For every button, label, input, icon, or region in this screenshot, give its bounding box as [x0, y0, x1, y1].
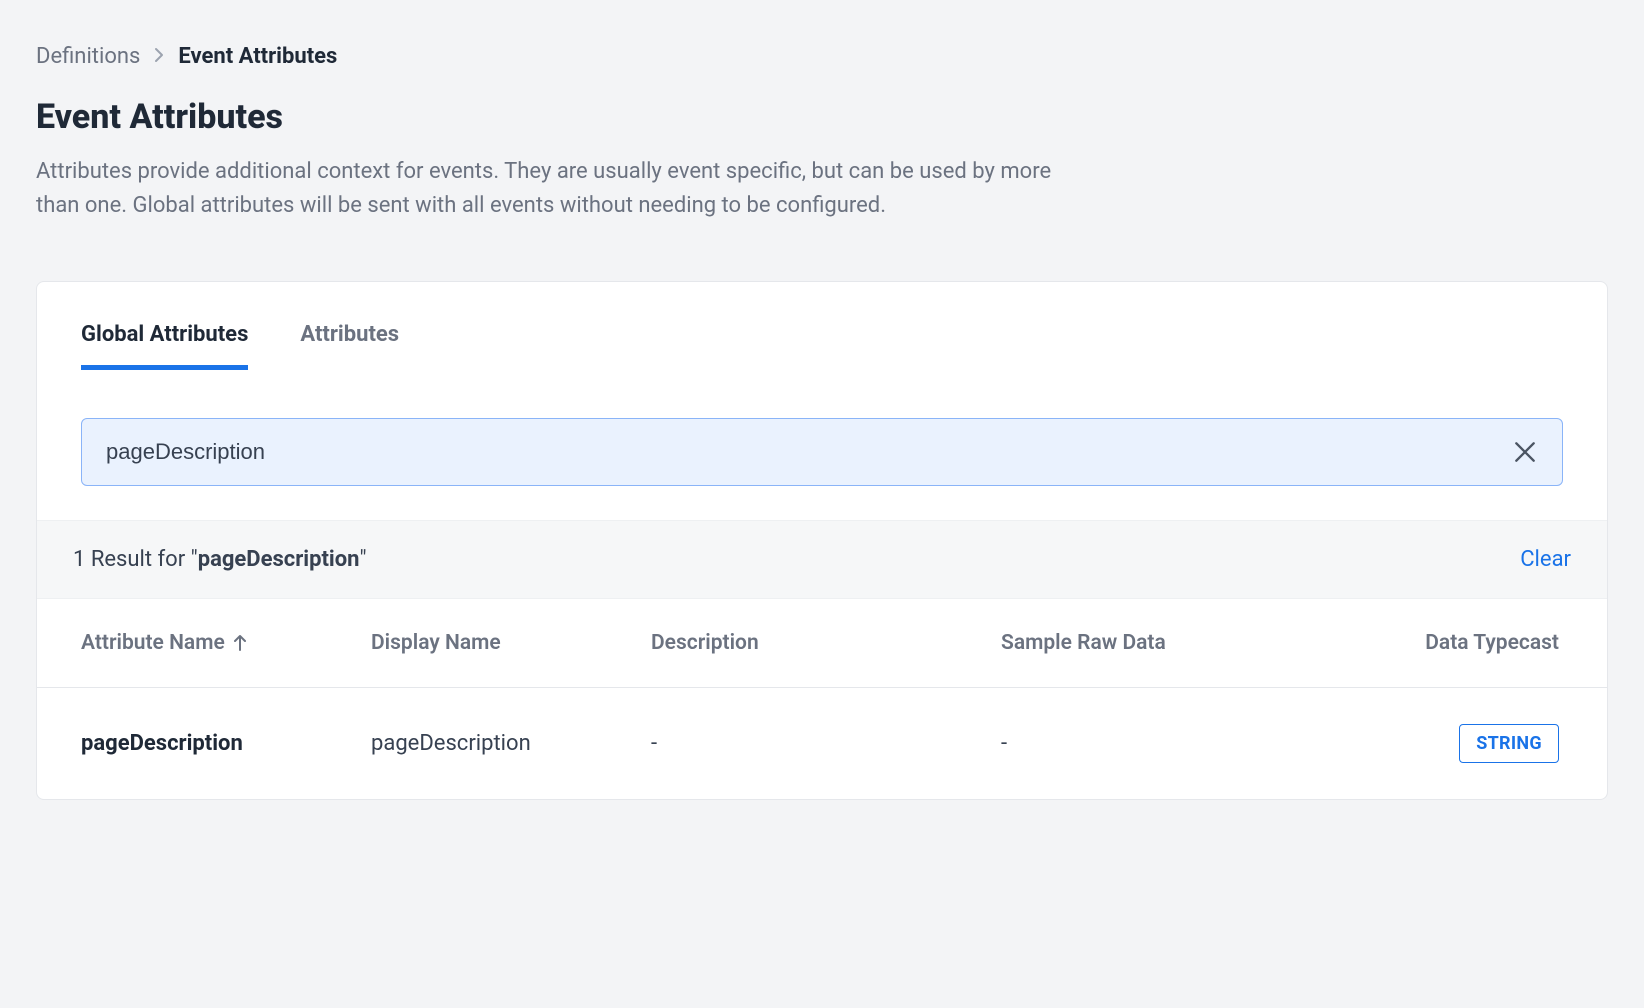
arrow-up-icon	[233, 634, 247, 652]
col-header-typecast[interactable]: Data Typecast	[1241, 631, 1563, 655]
cell-sample: -	[1001, 731, 1241, 756]
cell-typecast: STRING	[1241, 724, 1563, 763]
results-bar: 1 Result for "pageDescription" Clear	[37, 520, 1607, 599]
cell-attribute-name: pageDescription	[81, 731, 371, 756]
col-header-name[interactable]: Attribute Name	[81, 631, 371, 655]
breadcrumb: Definitions Event Attributes	[36, 44, 1608, 69]
cell-display-name: pageDescription	[371, 731, 651, 756]
page-title: Event Attributes	[36, 97, 1608, 137]
table-header: Attribute Name Display Name Description …	[37, 599, 1607, 688]
table-row[interactable]: pageDescription pageDescription - - STRI…	[37, 688, 1607, 799]
page-description: Attributes provide additional context fo…	[36, 155, 1056, 223]
clear-button[interactable]: Clear	[1520, 547, 1571, 572]
attributes-card: Global Attributes Attributes 1 Result fo…	[36, 281, 1608, 800]
search-wrap	[37, 370, 1607, 520]
search-box	[81, 418, 1563, 486]
tabs-row: Global Attributes Attributes	[37, 282, 1607, 370]
search-input[interactable]	[106, 419, 1512, 485]
page-content: Definitions Event Attributes Event Attri…	[0, 0, 1644, 800]
typecast-badge: STRING	[1459, 724, 1559, 763]
col-header-description[interactable]: Description	[651, 631, 1001, 655]
results-prefix: 1 Result for "	[73, 547, 198, 572]
breadcrumb-current: Event Attributes	[178, 44, 337, 69]
results-count: 1 Result for "pageDescription"	[73, 547, 367, 572]
tab-attributes[interactable]: Attributes	[300, 322, 399, 370]
tab-global-attributes[interactable]: Global Attributes	[81, 322, 248, 370]
cell-description: -	[651, 731, 1001, 756]
col-header-name-label: Attribute Name	[81, 631, 225, 655]
results-suffix: "	[360, 547, 367, 572]
close-icon[interactable]	[1512, 439, 1538, 465]
chevron-right-icon	[154, 44, 164, 69]
results-term: pageDescription	[198, 547, 360, 572]
breadcrumb-parent[interactable]: Definitions	[36, 44, 140, 69]
col-header-display[interactable]: Display Name	[371, 631, 651, 655]
col-header-sample[interactable]: Sample Raw Data	[1001, 631, 1241, 655]
